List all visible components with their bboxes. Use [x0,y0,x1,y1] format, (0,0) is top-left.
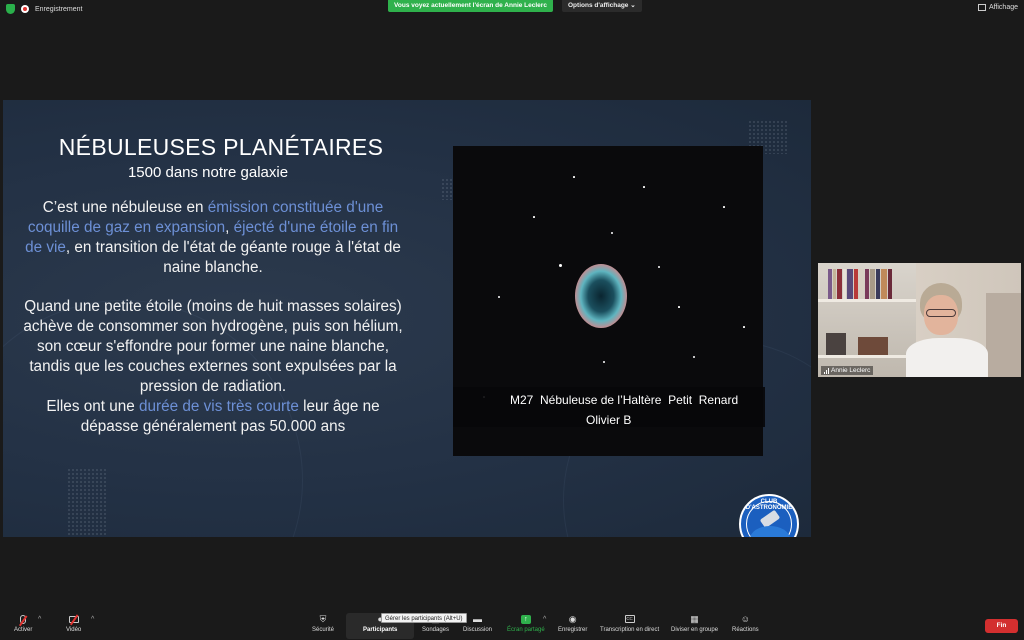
video-button[interactable]: Vidéo [66,613,82,633]
photo-caption: M27 Nébuleuse de l’Haltère Petit Renard … [453,387,765,427]
paragraph-definition: C’est une nébuleuse en émission constitu… [23,198,403,278]
recording-icon [21,5,29,13]
unmute-label: Activer [14,627,33,633]
participant-name: Annie Leclerc [831,367,871,374]
polls-label: Sondages [422,627,450,633]
security-shield-icon[interactable] [6,4,15,14]
star [533,216,535,218]
share-screen-icon: ↑ [520,614,531,624]
record-icon: ◉ [568,613,577,624]
participants-tooltip: Gérer les participants (Alt+U) [381,613,467,623]
bookshelf [818,263,916,377]
video-off-icon [68,613,79,625]
meeting-status: Enregistrement [6,4,82,14]
star [559,264,562,267]
participant-video-tile[interactable]: Annie Leclerc [818,263,1021,377]
star [743,326,745,328]
decorative-dots [67,468,107,537]
unmute-button[interactable]: Activer [14,614,32,633]
text-run: , en transition de l'état de géante roug… [65,239,401,276]
screen-share-banner: Vous voyez actuellement l'écran de Annie… [388,0,553,12]
star [693,356,695,358]
end-meeting-button[interactable]: Fin [985,619,1018,633]
club-logo: CLUB D'ASTRONOMIE [739,494,799,537]
display-label: Affichage [988,4,1018,11]
caption-credit: Olivier B [586,413,632,427]
share-options-caret[interactable]: ^ [543,616,546,623]
live-transcript-button[interactable]: CC Transcription en direct [600,614,659,633]
record-button[interactable]: ◉ Enregistrer [558,613,588,634]
star [658,266,660,268]
shared-screen-slide: NÉBULEUSES PLANÉTAIRES 1500 dans notre g… [3,100,811,537]
ring-nebula [575,264,627,328]
breakout-rooms-button[interactable]: ▦ Diviser en groupe [671,613,719,634]
chat-button[interactable]: ▬ Discussion [463,614,492,633]
highlight-text: durée de vis très courte [139,398,299,415]
slide-subtitle: 1500 dans notre galaxie [127,164,289,181]
text-run: C’est une nébuleuse en [42,199,208,216]
breakout-label: Diviser en groupe [671,627,719,633]
participants-label: Participants [363,627,398,633]
microphone-muted-icon [18,614,28,626]
share-screen-label: Écran partagé [507,627,545,633]
breakout-grid-icon: ▦ [690,613,699,624]
view-options-button[interactable]: Options d'affichage ⌄ [562,0,642,12]
star [643,186,645,188]
glasses [926,309,956,317]
security-label: Sécurité [312,627,335,633]
transcript-label: Transcription en direct [600,627,660,633]
participant-name-tag: Annie Leclerc [821,366,874,375]
security-button[interactable]: ⛨ Sécurité [312,613,335,634]
top-bar: Enregistrement Vous voyez actuellement l… [0,0,1024,20]
text-run: , [225,219,234,236]
shield-icon: ⛨ [319,613,327,624]
video-label: Vidéo [66,627,82,633]
signal-bars-icon [824,367,829,374]
smiley-plus-icon: ☺ [740,614,750,624]
grid-view-icon [977,4,986,11]
star [611,232,613,234]
record-label: Enregistrer [558,627,588,633]
zoom-meeting-window: Enregistrement Vous voyez actuellement l… [0,0,1024,640]
star [498,296,500,298]
share-screen-button[interactable]: ↑ Écran partagé [507,614,545,633]
slide-title: NÉBULEUSES PLANÉTAIRES [58,134,384,160]
recording-label: Enregistrement [35,5,83,13]
star [723,206,725,208]
closed-caption-icon: CC [624,615,635,623]
reactions-button[interactable]: ☺ Réactions [732,614,759,633]
star [573,176,575,178]
audio-options-caret[interactable]: ^ [38,616,41,623]
chat-bubble-icon: ▬ [473,614,482,624]
display-button[interactable]: Affichage [977,4,1018,11]
video-options-caret[interactable]: ^ [91,616,94,623]
paragraph-formation: Quand une petite étoile (moins de huit m… [23,298,403,395]
star [678,306,680,308]
reactions-label: Réactions [732,627,759,633]
chat-label: Discussion [463,627,493,633]
slide-body: C’est une nébuleuse en émission constitu… [23,198,403,437]
caption-title: M27 Nébuleuse de l’Haltère Petit Renard [510,393,739,407]
paragraph-lifetime: Elles ont une durée de vis très courte l… [23,397,403,437]
text-run: Elles ont une [46,398,140,415]
participant-person [906,283,988,377]
star [603,361,605,363]
logo-text: CLUB D'ASTRONOMIE [745,499,793,511]
